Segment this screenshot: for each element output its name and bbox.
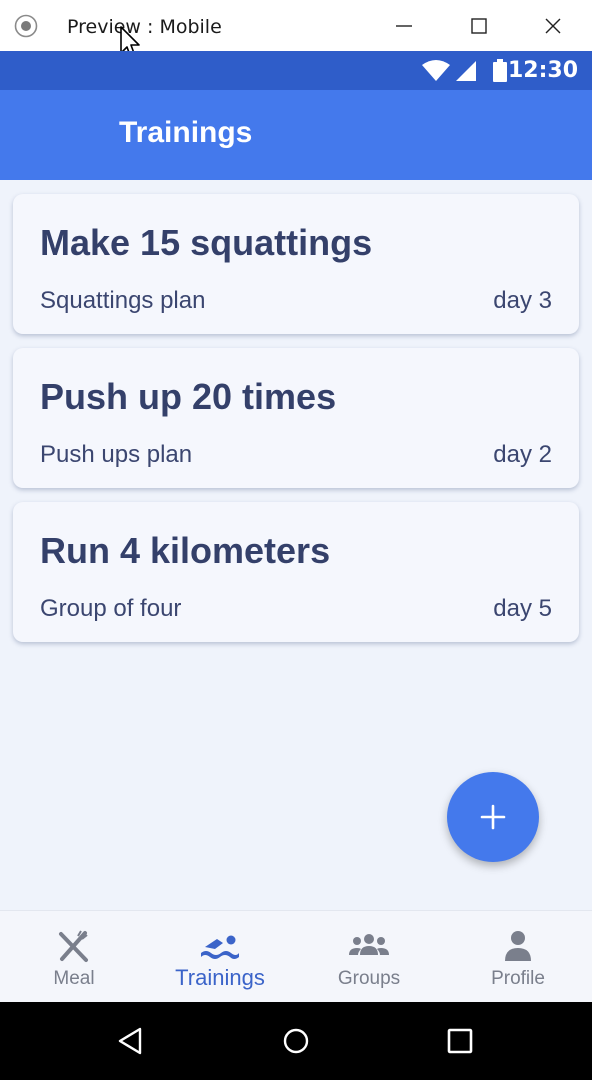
training-task: Run 4 kilometers	[40, 530, 331, 571]
minimize-button[interactable]	[374, 0, 434, 51]
maximize-icon	[471, 17, 487, 34]
battery-icon	[493, 59, 507, 82]
training-day: day 5	[493, 595, 552, 622]
training-task: Push up 20 times	[40, 376, 337, 417]
minimize-icon	[396, 24, 412, 27]
plus-icon	[480, 804, 506, 830]
nav-label-profile: Profile	[491, 968, 545, 989]
nav-item-profile[interactable]: Profile	[444, 911, 592, 1003]
nav-item-groups[interactable]: Groups	[295, 911, 443, 1003]
person-icon	[505, 931, 531, 961]
status-time: 12:30	[507, 58, 578, 83]
add-training-button[interactable]	[447, 772, 539, 862]
bottom-navigation: Meal Trainings Groups Profile	[0, 910, 592, 1002]
wifi-icon	[422, 60, 450, 81]
nav-item-meal[interactable]: Meal	[0, 911, 148, 1003]
nav-label-groups: Groups	[337, 968, 401, 989]
training-day: day 2	[493, 441, 552, 468]
training-plan: Squattings plan	[40, 287, 206, 314]
window-titlebar: Preview : Mobile	[0, 0, 592, 59]
fork-knife-icon	[59, 930, 88, 962]
training-plan: Group of four	[40, 595, 182, 622]
status-bar: 12:30	[0, 51, 592, 90]
page-title: Trainings	[119, 116, 253, 149]
recents-icon[interactable]	[444, 1025, 476, 1057]
maximize-button[interactable]	[449, 0, 509, 51]
nav-item-trainings[interactable]: Trainings	[146, 911, 294, 1003]
swimmer-icon	[201, 935, 239, 959]
training-card[interactable]: Make 15 squattings Squattings plan day 3	[13, 194, 579, 334]
close-button[interactable]	[523, 0, 583, 51]
training-day: day 3	[493, 287, 552, 314]
window-title: Preview : Mobile	[67, 16, 222, 38]
group-icon	[349, 934, 389, 955]
training-card[interactable]: Push up 20 times Push ups plan day 2	[13, 348, 579, 488]
close-icon	[545, 18, 561, 33]
back-icon[interactable]	[114, 1025, 146, 1057]
nav-label-meal: Meal	[53, 968, 95, 989]
training-plan: Push ups plan	[40, 441, 193, 468]
system-navigation-bar	[0, 1002, 592, 1080]
record-icon	[14, 14, 38, 38]
home-icon[interactable]	[280, 1025, 312, 1057]
app-bar: Trainings	[0, 90, 592, 236]
training-card[interactable]: Run 4 kilometers Group of four day 5	[13, 502, 579, 642]
nav-label-trainings: Trainings	[175, 965, 265, 990]
training-task: Make 15 squattings	[40, 222, 373, 263]
signal-icon	[456, 61, 476, 81]
